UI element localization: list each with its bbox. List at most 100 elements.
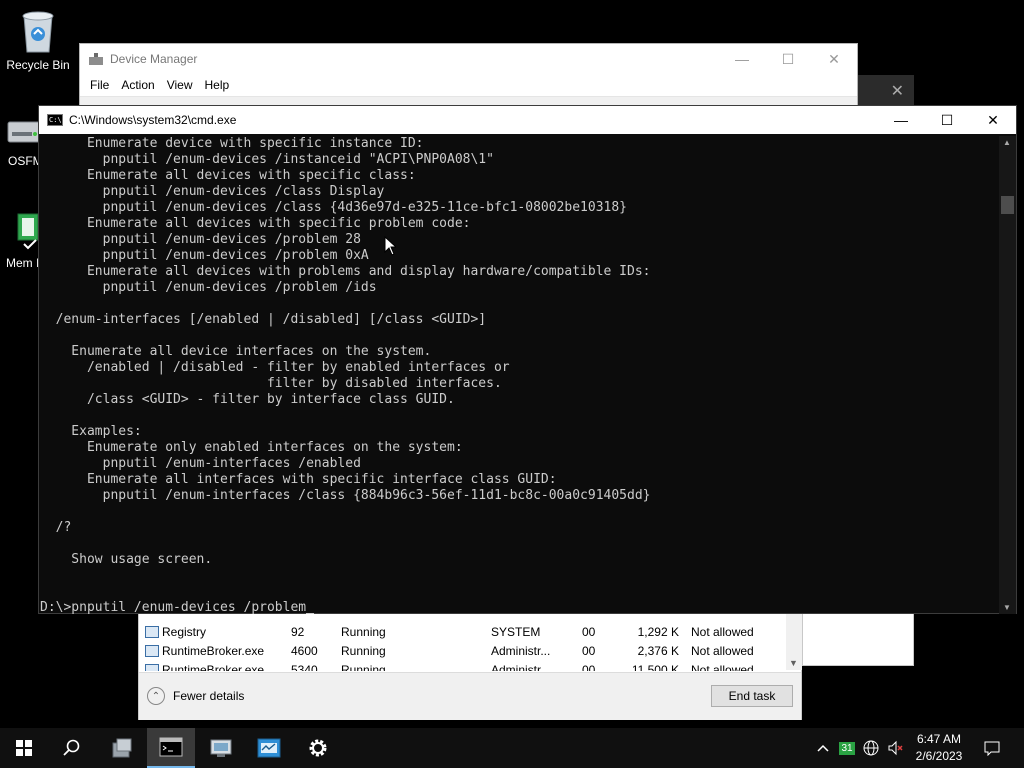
task-manager-side-panel <box>802 612 914 666</box>
console-output[interactable]: Enumerate device with specific instance … <box>39 136 999 614</box>
process-table-scrollbar[interactable]: ▼ <box>786 612 802 670</box>
show-hidden-icons-button[interactable] <box>812 728 834 768</box>
process-icon <box>145 663 159 671</box>
windows-logo-icon <box>16 740 32 756</box>
process-user: Administr... <box>491 643 551 658</box>
cmd-app-icon <box>159 737 183 757</box>
clock-time: 6:47 AM <box>916 732 962 746</box>
volume-tray-icon[interactable] <box>884 728 906 768</box>
process-uac: Not allowed <box>691 643 754 658</box>
console-line: pnputil /enum-devices /problem /ids <box>40 280 377 295</box>
menu-action[interactable]: Action <box>115 78 160 92</box>
taskbar-app-server-manager[interactable] <box>98 728 146 768</box>
calendar-tray-icon[interactable]: 31 <box>836 728 858 768</box>
device-manager-menubar: File Action View Help <box>80 74 857 96</box>
minimize-button[interactable]: — <box>719 44 765 74</box>
process-memory: 2,376 K <box>637 643 679 658</box>
end-task-button[interactable]: End task <box>711 685 793 707</box>
system-clock[interactable]: 6:47 AM 2/6/2023 <box>906 731 972 765</box>
action-center-button[interactable] <box>978 728 1006 768</box>
process-cpu: 00 <box>582 662 596 672</box>
taskbar-app-task-manager[interactable] <box>245 728 293 768</box>
chevron-down-icon[interactable]: ▼ <box>789 658 798 668</box>
cmd-title: C:\Windows\system32\cmd.exe <box>69 113 237 127</box>
process-pid: 4600 <box>291 643 318 658</box>
close-icon[interactable]: ✕ <box>891 81 904 101</box>
fewer-details-button[interactable]: ⌃ Fewer details <box>147 687 244 705</box>
scroll-down-icon[interactable]: ▼ <box>1003 603 1011 612</box>
table-row[interactable]: RuntimeBroker.exe 5340 Running Administr… <box>139 660 801 671</box>
process-pid: 92 <box>291 624 305 639</box>
close-button[interactable]: ✕ <box>811 44 857 74</box>
console-line: /class <GUID> - filter by interface clas… <box>40 392 455 407</box>
server-manager-icon <box>112 738 132 758</box>
task-manager-window[interactable]: Registry 92 Running SYSTEM 00 1,292 K No… <box>138 612 802 720</box>
console-line: Enumerate all devices with specific prob… <box>40 216 471 231</box>
console-line: Enumerate all device interfaces on the s… <box>40 344 432 359</box>
process-memory: 1,292 K <box>637 624 679 639</box>
console-line: pnputil /enum-interfaces /enabled <box>40 456 361 471</box>
console-line: Enumerate all devices with problems and … <box>40 264 651 279</box>
process-uac: Not allowed <box>691 624 754 639</box>
taskbar-app-cmd[interactable] <box>147 728 195 768</box>
table-row[interactable]: Registry 92 Running SYSTEM 00 1,292 K No… <box>139 622 801 641</box>
taskbar: 31 6:47 AM 2/6/2023 <box>0 728 1024 768</box>
scroll-up-icon[interactable]: ▲ <box>1003 138 1011 147</box>
text-cursor <box>306 613 315 614</box>
fewer-details-label: Fewer details <box>173 689 245 703</box>
taskbar-app-settings[interactable] <box>294 728 342 768</box>
calendar-badge: 31 <box>839 741 855 755</box>
scrollbar-thumb[interactable] <box>1001 196 1014 214</box>
console-line: Show usage screen. <box>40 552 213 567</box>
menu-help[interactable]: Help <box>199 78 236 92</box>
console-line: pnputil /enum-devices /problem 0xA <box>40 248 369 263</box>
menu-file[interactable]: File <box>84 78 115 92</box>
cmd-window[interactable]: C:\ C:\Windows\system32\cmd.exe — ☐ ✕ En… <box>38 105 1017 614</box>
console-line: pnputil /enum-devices /instanceid "ACPI\… <box>40 152 494 167</box>
console-line: Enumerate only enabled interfaces on the… <box>40 440 463 455</box>
close-button[interactable]: ✕ <box>970 106 1016 134</box>
process-pid: 5340 <box>291 662 318 672</box>
minimize-button[interactable]: — <box>878 106 924 134</box>
process-cpu: 00 <box>582 643 596 658</box>
table-row[interactable] <box>139 613 801 622</box>
process-status: Running <box>341 643 386 658</box>
device-manager-taskbar-icon <box>210 739 232 757</box>
process-name: RuntimeBroker.exe <box>162 643 265 658</box>
chevron-up-icon: ⌃ <box>147 687 165 705</box>
gear-icon <box>309 739 327 757</box>
taskbar-app-device-manager[interactable] <box>197 728 245 768</box>
recycle-bin-icon <box>22 11 54 53</box>
search-icon <box>63 739 80 756</box>
device-manager-window[interactable]: Device Manager — ☐ ✕ File Action View He… <box>79 43 858 114</box>
desktop-icon-recycle-bin[interactable]: Recycle Bin <box>0 8 76 72</box>
console-line: /enabled | /disabled - filter by enabled… <box>40 360 510 375</box>
network-tray-icon[interactable] <box>860 728 882 768</box>
console-line: Enumerate device with specific instance … <box>40 136 424 151</box>
maximize-button[interactable]: ☐ <box>924 106 970 134</box>
menu-view[interactable]: View <box>161 78 199 92</box>
maximize-button[interactable]: ☐ <box>765 44 811 74</box>
notification-icon <box>984 741 1000 756</box>
search-button[interactable] <box>48 728 96 768</box>
clock-date: 2/6/2023 <box>915 749 963 763</box>
table-row[interactable]: RuntimeBroker.exe 4600 Running Administr… <box>139 641 801 660</box>
console-line: /enum-interfaces [/enabled | /disabled] … <box>40 312 487 327</box>
console-scrollbar[interactable]: ▲ ▼ <box>999 136 1016 614</box>
process-table: Registry 92 Running SYSTEM 00 1,292 K No… <box>139 613 801 671</box>
console-line: Enumerate all interfaces with specific i… <box>40 472 557 487</box>
start-button[interactable] <box>0 728 48 768</box>
process-icon <box>145 625 159 638</box>
console-line: pnputil /enum-devices /class Display <box>40 184 385 199</box>
task-manager-icon <box>257 738 281 758</box>
console-line: pnputil /enum-interfaces /class {884b96c… <box>40 488 651 503</box>
desktop-icon-label: Recycle Bin <box>6 58 70 72</box>
process-user: Administr... <box>491 662 551 672</box>
cmd-titlebar[interactable]: C:\ C:\Windows\system32\cmd.exe <box>39 106 1016 134</box>
